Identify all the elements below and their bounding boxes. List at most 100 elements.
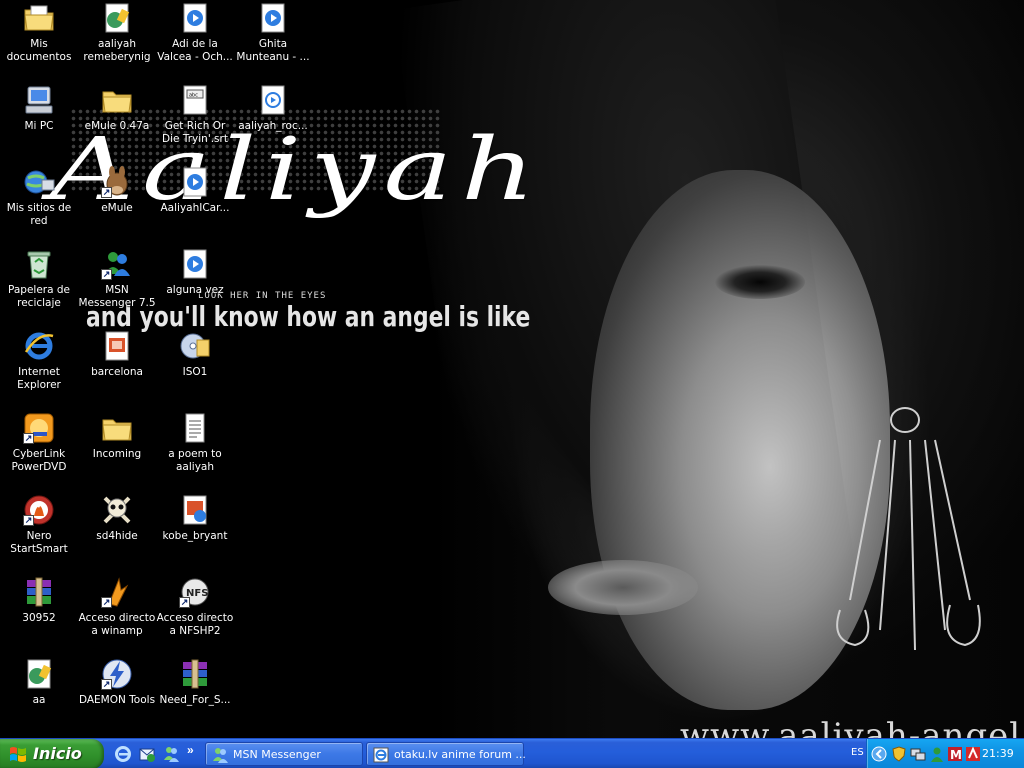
desktop-icon-label: aaliyah remeberynig [83, 38, 151, 63]
network-icon[interactable] [910, 746, 926, 762]
text-document-icon [179, 412, 211, 444]
taskbar-button-otaku-forum[interactable]: otaku.lv anime forum ... [366, 742, 526, 766]
internet-explorer-icon [23, 330, 55, 362]
desktop-icon-label: aaliyah_roc... [238, 120, 308, 132]
start-label: Inicio [33, 744, 82, 763]
msn-messenger-icon [213, 748, 228, 763]
desktop-icon-get-rich-srt[interactable]: abc Get Rich Or Die Tryin'.srt [156, 84, 234, 160]
outlook-express-icon[interactable] [138, 745, 156, 763]
desktop-icon-label: alguna vez [166, 284, 224, 296]
desktop-icon-mi-pc[interactable]: Mi PC [0, 84, 78, 160]
wallpaper-url: www.aaliyah-angel.tk [680, 716, 1024, 738]
desktop-icon-label: MSN Messenger 7.5 [78, 284, 156, 309]
security-shield-icon[interactable] [891, 746, 907, 762]
desktop-icon-label: Mi PC [24, 120, 54, 132]
desktop-icon-mis-documentos[interactable]: Mis documentos [0, 2, 78, 78]
desktop-icon-iso1[interactable]: ISO1 [156, 330, 234, 406]
desktop-icon-label: eMule 0.47a [84, 120, 150, 132]
desktop-icon-label: Incoming [92, 448, 142, 460]
shortcut-arrow-icon: ↗ [101, 679, 112, 690]
desktop-icon-label: sd4hide [96, 530, 138, 542]
wallpaper-lips [548, 560, 698, 615]
desktop-icon-label: Acceso directo a winamp [78, 612, 156, 637]
desktop-icon-label: DAEMON Tools [78, 694, 156, 706]
folder-icon [101, 412, 133, 444]
desktop-icon-emule-folder[interactable]: eMule 0.47a [78, 84, 156, 160]
desktop-icon-label: Acceso directo a NFSHP2 [156, 612, 234, 637]
quick-launch-more-button[interactable]: » [187, 743, 194, 757]
desktop-icon-cyberlink-powerdvd[interactable]: ↗ CyberLink PowerDVD [0, 412, 78, 488]
desktop-icon-acceso-nfshp2[interactable]: NFS ↗ Acceso directo a NFSHP2 [156, 576, 234, 652]
desktop-icon-label: barcelona [91, 366, 143, 378]
desktop-icon-sd4hide[interactable]: sd4hide [78, 494, 156, 570]
antivirus-icon[interactable] [965, 746, 981, 762]
msn-messenger-icon[interactable] [162, 745, 180, 763]
msn-buddy-icon[interactable] [929, 746, 945, 762]
desktop-icon-label: aa [32, 694, 46, 706]
media-player-file-icon [179, 166, 211, 198]
powerpoint-file-icon [101, 330, 133, 362]
svg-text:M: M [950, 748, 962, 762]
desktop-icon-nero-startsmart[interactable]: ↗ Nero StartSmart [0, 494, 78, 570]
taskbar-button-label: otaku.lv anime forum ... [394, 748, 526, 761]
desktop-icon-papelera[interactable]: Papelera de reciclaje [0, 248, 78, 324]
shortcut-arrow-icon: ↗ [101, 187, 112, 198]
desktop-icon-acceso-winamp[interactable]: ↗ Acceso directo a winamp [78, 576, 156, 652]
video-file-icon [23, 658, 55, 690]
desktop-icon-label: Internet Explorer [17, 366, 61, 391]
chevron-left-icon[interactable] [871, 746, 887, 762]
desktop-icon-mis-sitios-de-red[interactable]: Mis sitios de red [0, 166, 78, 242]
start-button[interactable]: Inicio [0, 739, 104, 768]
desktop-icon-aa[interactable]: aa [0, 658, 78, 734]
desktop-icon-label: Get Rich Or Die Tryin'.srt [162, 120, 228, 145]
desktop-icon-aaliyah-remeberynig[interactable]: aaliyah remeberynig [78, 2, 156, 78]
desktop-icon-ghita-munteanu[interactable]: Ghita Munteanu - ... [234, 2, 312, 78]
winamp-icon: ↗ [101, 576, 133, 608]
srt-file-icon: abc [179, 84, 211, 116]
my-computer-icon [23, 84, 55, 116]
desktop-icon-label: Ghita Munteanu - ... [236, 38, 310, 63]
language-indicator[interactable]: ES [851, 747, 864, 758]
desktop-icon-label: Papelera de reciclaje [7, 284, 70, 309]
desktop-icon-a-poem-to-aaliyah[interactable]: a poem to aaliyah [156, 412, 234, 488]
shortcut-arrow-icon: ↗ [101, 269, 112, 280]
powerdvd-icon: ↗ [23, 412, 55, 444]
my-documents-icon [23, 2, 55, 34]
mcafee-icon[interactable]: M [947, 746, 963, 762]
media-player-file-icon [179, 2, 211, 34]
winrar-archive-icon [23, 576, 55, 608]
desktop-icon-adi-de-la-valcea[interactable]: Adi de la Valcea - Och... [156, 2, 234, 78]
desktop-icon-aaliyah-roc[interactable]: aaliyah_roc... [234, 84, 312, 160]
desktop-icon-label: 30952 [22, 612, 56, 624]
internet-explorer-icon[interactable] [114, 745, 132, 763]
desktop-icon-emule[interactable]: ↗ eMule [78, 166, 156, 242]
desktop-icon-label: a poem to aaliyah [168, 448, 222, 473]
skull-crossbones-icon [101, 494, 133, 526]
desktop-icon-msn-messenger[interactable]: ↗ MSN Messenger 7.5 [78, 248, 156, 324]
video-file-icon [101, 2, 133, 34]
desktop-icon-daemon-tools[interactable]: ↗ DAEMON Tools [78, 658, 156, 734]
network-places-icon [23, 166, 55, 198]
recycle-bin-icon [23, 248, 55, 280]
desktop-icon-aaliyahicar[interactable]: AaliyahICar... [156, 166, 234, 242]
desktop-icon-need-for-s[interactable]: Need_For_S... [156, 658, 234, 734]
desktop-icon-internet-explorer[interactable]: Internet Explorer [0, 330, 78, 406]
internet-explorer-icon [373, 747, 389, 763]
media-file-icon [257, 84, 289, 116]
desktop-icon-label: kobe_bryant [162, 530, 228, 542]
shortcut-arrow-icon: ↗ [101, 597, 112, 608]
image-file-icon [179, 494, 211, 526]
desktop-icon-alguna-vez[interactable]: alguna vez [156, 248, 234, 324]
emule-mule-icon: ↗ [101, 166, 133, 198]
desktop-icon-barcelona[interactable]: barcelona [78, 330, 156, 406]
desktop-icon-kobe-bryant[interactable]: kobe_bryant [156, 494, 234, 570]
winrar-archive-icon [179, 658, 211, 690]
media-player-file-icon [179, 248, 211, 280]
system-clock[interactable]: 21:39 [982, 747, 1014, 760]
desktop-icon-incoming[interactable]: Incoming [78, 412, 156, 488]
shortcut-arrow-icon: ↗ [179, 597, 190, 608]
desktop-icon-30952[interactable]: 30952 [0, 576, 78, 652]
taskbar-button-msn-messenger[interactable]: MSN Messenger [205, 742, 363, 766]
svg-text:abc: abc [189, 93, 198, 99]
media-player-file-icon [257, 2, 289, 34]
